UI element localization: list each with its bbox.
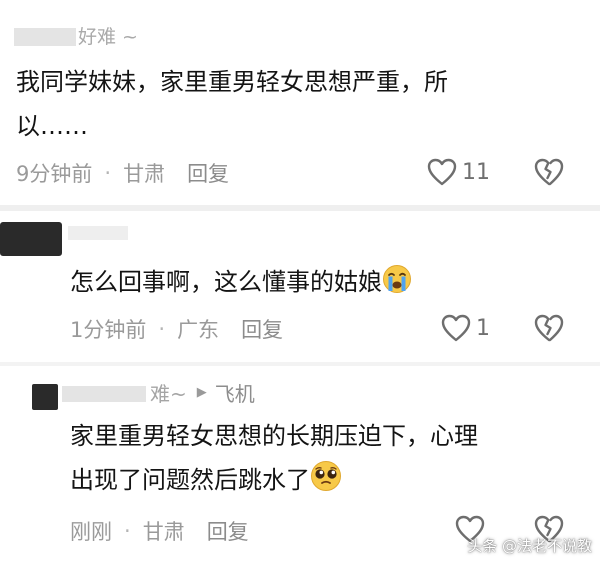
comment-divider xyxy=(0,362,600,366)
username-redacted xyxy=(68,226,128,240)
reply-button[interactable]: 回复 xyxy=(187,158,229,188)
reply-header: 难~ ▶ 飞机 xyxy=(150,378,255,407)
username-partial: 难~ xyxy=(150,382,187,406)
comment-time: 9分钟前 xyxy=(16,162,93,186)
comment-time: 刚刚 xyxy=(70,520,112,544)
source-watermark: 头条 @法老不说教 xyxy=(467,537,592,555)
comment-text: 怎么回事啊，这么懂事的姑娘 xyxy=(70,262,412,302)
like-count: 1 xyxy=(476,315,490,341)
comment-location: 广东 xyxy=(177,318,220,342)
comment-text-line: 我同学妹妹，家里重男轻女思想严重，所 xyxy=(16,68,448,96)
comment-text-line: 出现了问题然后跳水了 xyxy=(70,466,310,494)
username-partial: 好难 ~ xyxy=(78,26,138,48)
reply-button[interactable]: 回复 xyxy=(241,314,283,344)
separator-dot: · xyxy=(104,161,112,185)
avatar xyxy=(32,384,58,410)
comment-time: 1分钟前 xyxy=(70,318,147,342)
pleading-face-icon xyxy=(311,461,341,491)
comment-text: 出现了问题然后跳水了 xyxy=(70,460,342,500)
reply-arrow-icon: ▶ xyxy=(196,385,207,400)
like-count: 11 xyxy=(462,159,490,185)
comment-location: 甘肃 xyxy=(142,520,185,544)
dislike-button[interactable] xyxy=(532,313,566,347)
comment-location: 甘肃 xyxy=(123,162,166,186)
reply-button[interactable]: 回复 xyxy=(207,516,249,546)
separator-dot: · xyxy=(124,519,131,543)
comment-divider xyxy=(0,205,600,211)
reply-to-username: 飞机 xyxy=(214,382,255,406)
dislike-button[interactable] xyxy=(532,157,566,191)
separator-dot: · xyxy=(158,317,166,341)
like-button[interactable]: 1 xyxy=(440,313,490,343)
comment-text-content: 怎么回事啊，这么懂事的姑娘 xyxy=(70,268,382,296)
broken-heart-icon xyxy=(534,158,564,186)
comment-meta: 刚刚 · 甘肃 回复 xyxy=(70,516,249,546)
heart-icon xyxy=(441,314,471,342)
like-button[interactable]: 11 xyxy=(426,157,490,187)
avatar xyxy=(0,222,62,256)
comment-text-line: 家里重男轻女思想的长期压迫下，心理 xyxy=(70,422,478,450)
username-redacted xyxy=(14,28,76,46)
comment-meta: 1分钟前 · 广东 回复 xyxy=(70,314,283,344)
heart-icon xyxy=(427,158,457,186)
username-redacted xyxy=(62,386,146,402)
comment-text-line: 以…… xyxy=(16,112,88,140)
comment-meta: 9分钟前 · 甘肃 回复 xyxy=(16,158,229,188)
broken-heart-icon xyxy=(534,314,564,342)
crying-face-icon xyxy=(383,265,411,293)
